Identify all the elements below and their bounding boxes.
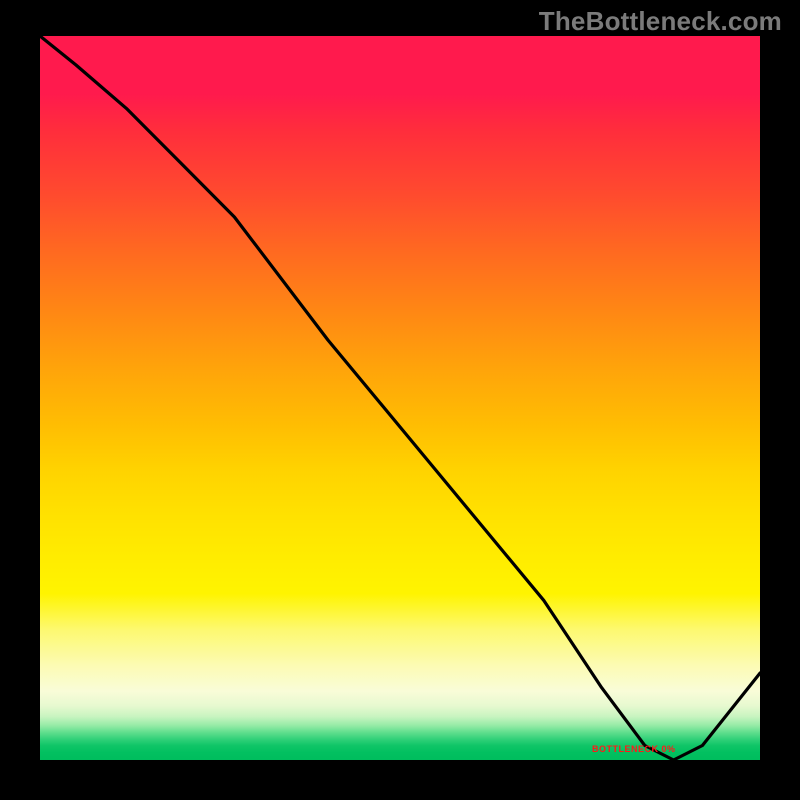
bottleneck-curve-path — [40, 36, 760, 760]
plot-area: BOTTLENECK 0% — [40, 36, 760, 760]
chart-frame: TheBottleneck.com BOTTLENECK 0% — [0, 0, 800, 800]
watermark-text: TheBottleneck.com — [539, 6, 782, 37]
bottom-annotation: BOTTLENECK 0% — [592, 744, 676, 754]
curve-svg — [40, 36, 760, 760]
